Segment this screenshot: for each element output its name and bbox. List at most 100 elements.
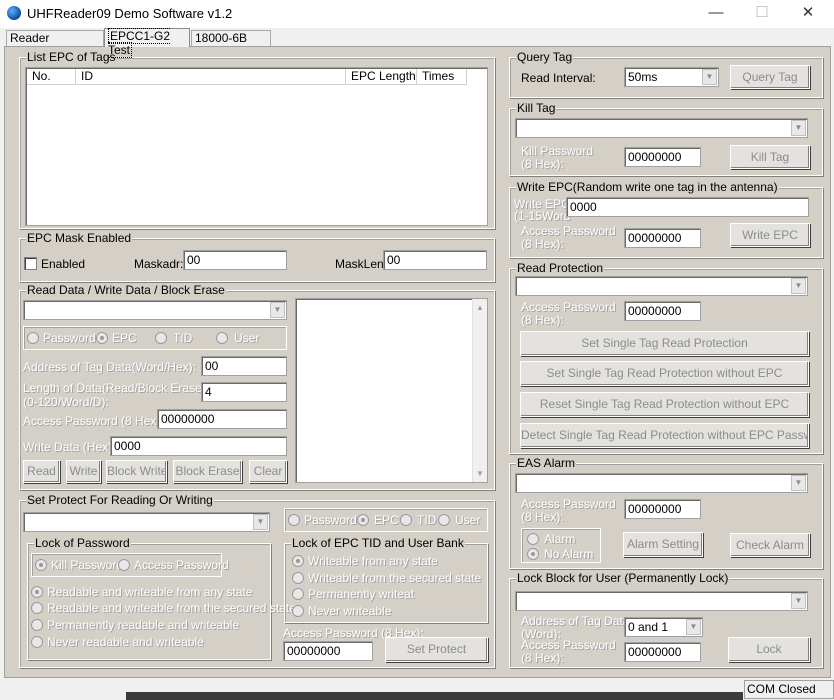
set-read-protection-button[interactable]: Set Single Tag Read Protection — [520, 331, 809, 356]
access-password-input[interactable]: 00000000 — [157, 409, 287, 429]
com-status: COM Closed — [744, 680, 834, 699]
eas-pwd-label-2: (8 Hex): — [521, 510, 564, 524]
read-interval-select[interactable]: 50ms ▼ — [624, 67, 719, 87]
protect-radio-password-label: Password — [304, 513, 357, 527]
column-epc-length[interactable]: EPC Length — [346, 69, 417, 85]
access-password-label: Access Password (8 Hex): — [23, 414, 164, 428]
lock-bank-option-2-radio[interactable] — [292, 572, 304, 584]
minimize-button[interactable]: — — [693, 0, 739, 28]
protect-radio-epc-label: EPC — [374, 513, 399, 527]
lock-bank-option-3-label: Permanently writeat — [308, 587, 415, 601]
lock-pwd-option-4-label: Never readable and writeable — [47, 635, 204, 649]
lock-button[interactable]: Lock — [728, 637, 810, 662]
write-epc-input[interactable]: 0000 — [566, 197, 809, 217]
no-alarm-label: No Alarm — [544, 547, 594, 561]
output-scrollbar[interactable]: ▲ ▼ — [472, 299, 487, 482]
protect-radio-password[interactable] — [288, 514, 300, 526]
alarm-label: Alarm — [544, 532, 576, 546]
radio-tid[interactable] — [155, 332, 167, 344]
lock-bank-option-1-radio[interactable] — [292, 555, 304, 567]
block-erase-button[interactable]: Block Erase — [173, 460, 242, 483]
chevron-down-icon: ▼ — [791, 475, 806, 491]
read-protection-select[interactable]: ▼ — [515, 276, 808, 296]
radio-epc[interactable] — [96, 332, 108, 344]
set-read-protection-no-epc-button[interactable]: Set Single Tag Read Protection without E… — [520, 361, 809, 386]
protect-select[interactable]: ▼ — [23, 512, 270, 532]
maximize-button[interactable]: ☐ — [739, 0, 785, 28]
kill-password-label: Kill Password — [51, 558, 124, 572]
maskadr-input[interactable]: 00 — [183, 250, 287, 270]
length-label-2: (0-120/Word/D): — [23, 395, 109, 409]
lock-block-addr-select[interactable]: 0 and 1 ▼ — [624, 617, 703, 637]
read-data-output[interactable]: ▲ ▼ — [295, 298, 488, 483]
no-alarm-radio[interactable] — [527, 548, 539, 560]
lock-bank-option-3-radio[interactable] — [292, 588, 304, 600]
length-input[interactable]: 4 — [201, 382, 287, 402]
reset-read-protection-button[interactable]: Reset Single Tag Read Protection without… — [520, 392, 809, 417]
lock-pwd-option-4-radio[interactable] — [31, 636, 43, 648]
protect-access-input[interactable]: 00000000 — [283, 641, 373, 661]
eas-alarm-select[interactable]: ▼ — [515, 473, 808, 493]
main-window: UHFReader09 Demo Software v1.2 — ☐ ✕ Rea… — [0, 0, 834, 700]
close-button[interactable]: ✕ — [785, 0, 831, 28]
set-protect-button[interactable]: Set Protect — [385, 637, 488, 662]
chevron-down-icon: ▼ — [791, 593, 806, 609]
read-protection-pwd-label-2: (8 Hex): — [521, 313, 564, 327]
access-password-radio[interactable] — [118, 559, 130, 571]
write-epc-pwd-input[interactable]: 00000000 — [624, 228, 701, 248]
radio-password[interactable] — [27, 332, 39, 344]
list-epc-title: List EPC of Tags — [26, 50, 117, 64]
lock-pwd-option-3-radio[interactable] — [31, 619, 43, 631]
kill-tag-button[interactable]: Kill Tag — [730, 145, 810, 169]
scroll-down-icon[interactable]: ▼ — [473, 469, 487, 478]
lock-block-pwd-input[interactable]: 00000000 — [624, 642, 701, 662]
protect-radio-tid[interactable] — [400, 514, 412, 526]
radio-user[interactable] — [216, 332, 228, 344]
mask-enabled-checkbox[interactable] — [24, 257, 37, 270]
kill-password-radio[interactable] — [35, 559, 47, 571]
access-password-radio-label: Access Password — [134, 558, 229, 572]
alarm-radio[interactable] — [527, 533, 539, 545]
block-write-button[interactable]: Block Write — [106, 460, 167, 483]
protect-radio-user[interactable] — [438, 514, 450, 526]
write-button[interactable]: Write — [66, 460, 101, 483]
read-interval-value: 50ms — [628, 70, 658, 84]
lock-pwd-option-2-radio[interactable] — [31, 602, 43, 614]
column-times[interactable]: Times — [417, 69, 467, 85]
lock-block-select[interactable]: ▼ — [515, 591, 808, 611]
tab-reader-parameter[interactable]: Reader Parameter — [6, 30, 104, 59]
kill-tag-select[interactable]: ▼ — [515, 118, 808, 138]
check-alarm-button[interactable]: Check Alarm — [730, 533, 810, 557]
protect-radio-epc[interactable] — [357, 514, 369, 526]
write-data-input[interactable]: 0000 — [110, 436, 287, 456]
status-panel-dark — [126, 692, 743, 700]
tab-epcc1-g2-test[interactable]: EPCC1-G2 Test — [104, 28, 190, 58]
read-memory-select[interactable]: ▼ — [23, 300, 287, 320]
kill-password-input[interactable]: 00000000 — [624, 147, 701, 167]
query-tag-button[interactable]: Query Tag — [730, 65, 810, 89]
address-input[interactable]: 00 — [201, 356, 287, 376]
scroll-up-icon[interactable]: ▲ — [473, 303, 487, 312]
eas-pwd-input[interactable]: 00000000 — [624, 499, 701, 519]
read-protection-pwd-label-1: Access Password — [521, 300, 616, 314]
write-epc-label-2: (1-15Word — [514, 209, 571, 223]
column-id[interactable]: ID — [76, 69, 346, 85]
radio-password-label: Password — [43, 331, 96, 345]
epc-list-view[interactable]: No. ID EPC Length Times — [25, 67, 488, 226]
tab-18000-6b-test[interactable]: 18000-6B Test — [191, 30, 271, 59]
length-label: Length of Data(Read/Block Erase) — [23, 381, 206, 395]
column-no[interactable]: No. — [27, 69, 76, 85]
chevron-down-icon: ▼ — [791, 120, 806, 136]
write-epc-button[interactable]: Write EPC — [730, 223, 810, 247]
read-button[interactable]: Read — [23, 460, 60, 483]
lock-block-title: Lock Block for User (Permanently Lock) — [516, 571, 730, 585]
eas-alarm-title: EAS Alarm — [516, 456, 577, 470]
alarm-setting-button[interactable]: Alarm Setting — [623, 532, 703, 557]
detect-read-protection-button[interactable]: Detect Single Tag Read Protection withou… — [520, 423, 809, 448]
lock-bank-option-4-radio[interactable] — [292, 605, 304, 617]
lock-pwd-option-1-radio[interactable] — [31, 586, 43, 598]
masklen-input[interactable]: 00 — [383, 250, 487, 270]
read-interval-label: Read Interval: — [521, 71, 596, 85]
clear-button[interactable]: Clear — [249, 460, 287, 483]
read-protection-pwd-input[interactable]: 00000000 — [624, 301, 701, 321]
